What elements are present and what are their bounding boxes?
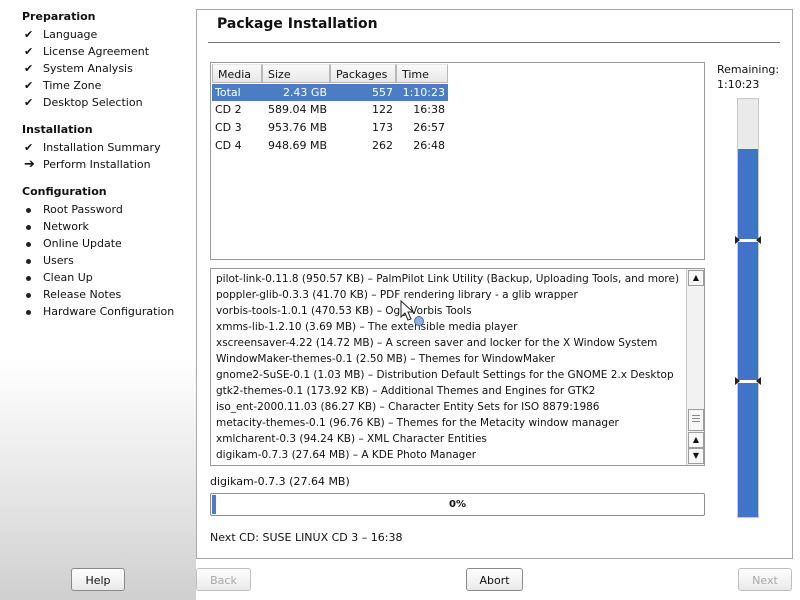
sidebar: Preparation ✔ Language ✔ License Agreement… [0,0,196,600]
log-scrollbar[interactable]: ▲ ▲ ▼ [686,269,704,465]
remaining-gauge [735,98,761,518]
media-table[interactable]: Media Size Packages Time Total 2.43 GB 5… [210,62,705,260]
remaining-label: Remaining: 1:10:23 [717,63,780,91]
sidebar-item-system-analysis: ✔ System Analysis [24,62,133,75]
log-line: pilot-link-0.11.8 (950.57 KB) – PalmPilo… [216,273,680,285]
cell-packages: 262 [372,139,393,152]
progress-percent: 0% [449,499,466,510]
log-line: poppler-glib-0.3.3 (41.70 KB) – PDF rend… [216,289,578,301]
check-icon: ✔ [24,79,34,92]
sidebar-item-users: Users [24,253,74,269]
log-line: xmlcharent-0.3 (94.24 KB) – XML Characte… [216,433,487,445]
next-cd-label: Next CD: SUSE LINUX CD 3 – 16:38 [210,531,403,544]
cell-packages: 557 [372,86,393,99]
log-line: digikam-0.7.3 (27.64 MB) – A KDE Photo M… [216,449,477,461]
bullet-icon [24,287,43,303]
table-row[interactable]: CD 2 589.04 MB 122 16:38 [212,101,448,118]
next-button[interactable]: Next [738,568,792,591]
log-line: xscreensaver-4.22 (14.72 MB) – A screen … [216,337,658,349]
log-line: gnome2-SuSE-0.1 (1.03 MB) – Distribution… [216,369,674,381]
cell-media: CD 3 [215,121,242,134]
cd-boundary-marker-icon [735,236,761,244]
cell-media: CD 2 [215,103,242,116]
check-icon: ✔ [24,28,34,41]
scroll-up-icon[interactable]: ▲ [688,432,704,448]
current-package-label: digikam-0.7.3 (27.64 MB) [210,475,350,488]
bullet-icon [24,202,43,218]
column-header-media[interactable]: Media [212,64,262,83]
sidebar-item-desktop-selection: ✔ Desktop Selection [24,96,143,109]
cell-time: 16:38 [413,103,445,116]
sidebar-item-hardware-configuration: Hardware Configuration [24,304,174,320]
remaining-time: 1:10:23 [717,78,760,91]
sidebar-item-online-update: Online Update [24,236,122,252]
check-icon: ✔ [24,45,34,58]
sidebar-item-clean-up: Clean Up [24,270,93,286]
cell-time: 26:48 [413,139,445,152]
check-icon: ✔ [24,62,34,75]
cd-boundary-marker-icon [735,377,761,385]
section-heading-installation: Installation [22,123,93,136]
cell-media: Total [215,86,241,99]
cell-size: 953.76 MB [267,121,327,134]
table-row[interactable]: Total 2.43 GB 557 1:10:23 [212,84,448,101]
sidebar-item-installation-summary: ✔ Installation Summary [24,141,161,154]
column-header-size[interactable]: Size [262,64,330,83]
bullet-icon [24,253,43,269]
log-line: WindowMaker-themes-0.1 (2.50 MB) – Theme… [216,353,555,365]
cell-packages: 173 [372,121,393,134]
back-button[interactable]: Back [196,568,251,591]
sidebar-item-release-notes: Release Notes [24,287,121,303]
column-header-time[interactable]: Time [396,64,448,83]
help-button[interactable]: Help [71,568,125,591]
log-line: xmms-lib-1.2.10 (3.69 MB) – The extensib… [216,321,518,333]
cell-size: 948.69 MB [267,139,327,152]
package-log-list[interactable]: pilot-link-0.11.8 (950.57 KB) – PalmPilo… [210,268,705,466]
sidebar-item-network: Network [24,219,89,235]
table-row[interactable]: CD 4 948.69 MB 262 26:48 [212,137,448,154]
cell-time: 1:10:23 [402,86,445,99]
arrow-right-icon: ➔ [24,157,35,172]
cell-packages: 122 [372,103,393,116]
check-icon: ✔ [24,141,34,154]
page-title: Package Installation [217,16,378,32]
section-heading-preparation: Preparation [22,10,96,23]
title-divider [208,42,780,43]
section-heading-configuration: Configuration [22,185,107,198]
log-line: vorbis-tools-1.0.1 (470.53 KB) – Ogg Vor… [216,305,472,317]
abort-button[interactable]: Abort [466,568,523,591]
sidebar-item-perform-installation: ➔ Perform Installation [24,157,151,172]
sidebar-item-root-password: Root Password [24,202,123,218]
sidebar-item-license-agreement: ✔ License Agreement [24,45,150,58]
sidebar-item-time-zone: ✔ Time Zone [24,79,102,92]
log-line: iso_ent-2000.11.03 (86.27 KB) – Characte… [216,401,600,413]
scroll-thumb[interactable] [688,409,704,431]
column-header-packages[interactable]: Packages [330,64,396,83]
bullet-icon [24,236,43,252]
check-icon: ✔ [24,96,34,109]
scroll-up-icon[interactable]: ▲ [688,270,704,286]
bullet-icon [24,304,43,320]
log-line: metacity-themes-0.1 (96.76 KB) – Themes … [216,417,619,429]
cell-size: 589.04 MB [267,103,327,116]
log-line: gtk2-themes-0.1 (173.92 KB) – Additional… [216,385,596,397]
gauge-fill [738,149,758,517]
table-header: Media Size Packages Time [212,64,448,84]
table-row[interactable]: CD 3 953.76 MB 173 26:57 [212,119,448,136]
cell-time: 26:57 [413,121,445,134]
bullet-icon [24,219,43,235]
cell-media: CD 4 [215,139,242,152]
main-panel: Package Installation Media Size Packages… [196,9,793,559]
sidebar-item-language: ✔ Language [24,28,98,41]
bullet-icon [24,270,43,286]
package-progress-bar: 0% [210,493,705,516]
scroll-down-icon[interactable]: ▼ [688,448,704,464]
cell-size: 2.43 GB [282,86,327,99]
